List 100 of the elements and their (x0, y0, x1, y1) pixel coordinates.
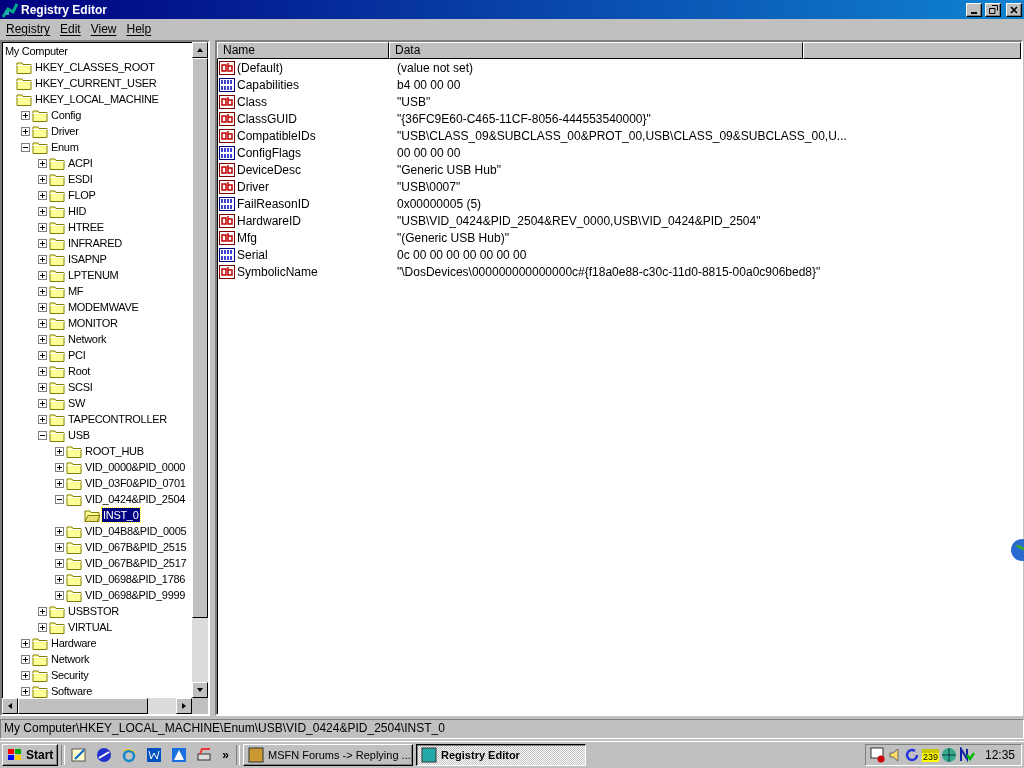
tree-item[interactable]: Software (50, 684, 93, 698)
tree-item[interactable]: Config (50, 108, 82, 122)
value-name[interactable]: CompatibleIDs (237, 128, 316, 143)
tree-item[interactable]: VID_0698&PID_9999 (84, 588, 187, 602)
tree-item[interactable]: Network (50, 652, 91, 666)
expand-box[interactable] (55, 446, 64, 456)
expand-box[interactable] (21, 638, 30, 648)
tree-item[interactable]: ACPI (67, 156, 94, 170)
tree-item[interactable]: VID_067B&PID_2515 (84, 540, 188, 554)
tree-item[interactable]: USB (67, 428, 91, 442)
menu-item[interactable]: Edit (56, 21, 85, 36)
expand-box[interactable] (38, 158, 47, 168)
tree-item[interactable]: ROOT_HUB (84, 444, 145, 458)
taskbar-button[interactable]: MSFN Forums -> Replying ... (243, 744, 414, 766)
expand-box[interactable] (38, 414, 47, 424)
expand-box[interactable] (38, 270, 47, 280)
tree-item[interactable]: VID_03F0&PID_0701 (84, 476, 187, 490)
expand-box[interactable] (38, 206, 47, 216)
tree-item[interactable]: VID_0424&PID_2504 (84, 492, 187, 506)
tree-item[interactable]: INST_0 (102, 508, 140, 522)
tree-item[interactable]: FLOP (67, 188, 97, 202)
expand-box[interactable] (38, 238, 47, 248)
tree-root[interactable]: My Computer (4, 44, 69, 58)
tree-item[interactable]: INFRARED (67, 236, 123, 250)
expand-box[interactable] (38, 286, 47, 296)
column-header[interactable]: Name (217, 42, 389, 59)
tree-item[interactable]: ISAPNP (67, 252, 108, 266)
tree-item[interactable]: ESDI (67, 172, 94, 186)
value-name[interactable]: Class (237, 94, 267, 109)
expand-box[interactable] (55, 590, 64, 600)
menu-item[interactable]: Registry (2, 21, 54, 36)
expand-box[interactable] (55, 574, 64, 584)
value-name[interactable]: SymbolicName (237, 264, 318, 279)
tree-item[interactable]: MF (67, 284, 85, 298)
tree-item[interactable]: USBSTOR (67, 604, 120, 618)
menu-item[interactable]: View (86, 21, 121, 36)
menu-item[interactable]: Help (122, 21, 156, 36)
horizontal-scrollbar[interactable] (2, 698, 192, 714)
value-name[interactable]: Driver (237, 179, 269, 194)
tree-item[interactable]: VID_0000&PID_0000 (84, 460, 187, 474)
expand-box[interactable] (38, 382, 47, 392)
tree-item[interactable]: Hardware (50, 636, 98, 650)
expand-box[interactable] (55, 542, 64, 552)
collapse-box[interactable] (38, 430, 47, 440)
value-name[interactable]: DeviceDesc (237, 162, 302, 177)
expand-box[interactable] (38, 606, 47, 616)
tree-item[interactable]: PCI (67, 348, 87, 362)
close-button[interactable] (1006, 2, 1022, 17)
tree-item[interactable]: SW (67, 396, 87, 410)
value-name[interactable]: ConfigFlags (237, 145, 302, 160)
minimize-button[interactable] (966, 2, 982, 17)
expand-box[interactable] (38, 366, 47, 376)
value-name[interactable]: Mfg (237, 230, 257, 245)
tree-item[interactable]: Security (50, 668, 90, 682)
tree-item[interactable]: Network (67, 332, 108, 346)
collapse-box[interactable] (55, 494, 64, 504)
tree-item[interactable]: Driver (50, 124, 80, 138)
tree-item[interactable]: MONITOR (67, 316, 119, 330)
expand-box[interactable] (38, 174, 47, 184)
expand-box[interactable] (38, 622, 47, 632)
expand-box[interactable] (38, 302, 47, 312)
tree-item[interactable]: HTREE (67, 220, 105, 234)
start-button[interactable]: Start (2, 744, 59, 766)
tree-item[interactable]: VID_067B&PID_2517 (84, 556, 188, 570)
value-name[interactable]: FailReasonID (237, 196, 310, 211)
value-name[interactable]: Capabilities (237, 77, 300, 92)
expand-box[interactable] (38, 222, 47, 232)
tree-item[interactable]: VID_0698&PID_1786 (84, 572, 187, 586)
tree-item[interactable]: HKEY_LOCAL_MACHINE (34, 92, 160, 106)
value-name[interactable]: (Default) (237, 60, 283, 75)
column-header[interactable]: Data (389, 42, 803, 59)
more-button[interactable]: » (218, 748, 234, 762)
value-name[interactable]: HardwareID (237, 213, 302, 228)
tree-item[interactable]: Root (67, 364, 92, 378)
expand-box[interactable] (21, 110, 30, 120)
expand-box[interactable] (55, 526, 64, 536)
expand-box[interactable] (21, 670, 30, 680)
restore-button[interactable] (985, 2, 1001, 17)
tree-item[interactable]: LPTENUM (67, 268, 120, 282)
tree-item[interactable]: HKEY_CLASSES_ROOT (34, 60, 156, 74)
expand-box[interactable] (55, 478, 64, 488)
value-name[interactable]: Serial (237, 247, 268, 262)
expand-box[interactable] (55, 462, 64, 472)
expand-box[interactable] (38, 350, 47, 360)
expand-box[interactable] (21, 686, 30, 696)
vertical-scrollbar[interactable] (192, 42, 208, 698)
tree-item[interactable]: HID (67, 204, 88, 218)
tree-item[interactable]: TAPECONTROLLER (67, 412, 168, 426)
tree-item[interactable]: HKEY_CURRENT_USER (34, 76, 158, 90)
tree-item[interactable]: Enum (50, 140, 80, 154)
taskbar-button[interactable]: Registry Editor (416, 744, 587, 766)
expand-box[interactable] (38, 334, 47, 344)
expand-box[interactable] (21, 126, 30, 136)
collapse-box[interactable] (21, 142, 30, 152)
tree-item[interactable]: SCSI (67, 380, 94, 394)
tree-item[interactable]: VIRTUAL (67, 620, 114, 634)
expand-box[interactable] (38, 398, 47, 408)
expand-box[interactable] (55, 558, 64, 568)
tree-item[interactable]: VID_04B8&PID_0005 (84, 524, 188, 538)
expand-box[interactable] (38, 254, 47, 264)
